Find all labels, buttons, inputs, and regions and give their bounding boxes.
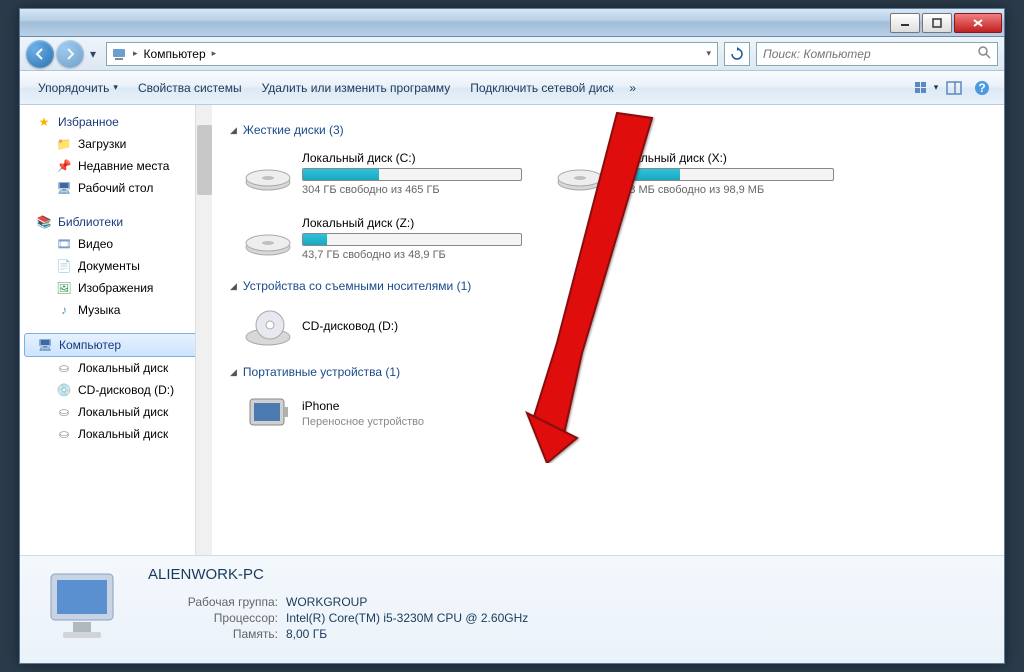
- navigation-pane: ★ Избранное 📁Загрузки 📌Недавние места 🖥Р…: [20, 105, 212, 463]
- nav-history-dropdown[interactable]: ▾: [86, 40, 100, 68]
- sidebar-item-local-disk[interactable]: ⛀Локальный диск: [20, 401, 211, 423]
- sidebar-item-local-disk[interactable]: ⛀Локальный диск: [20, 423, 211, 445]
- breadcrumb[interactable]: ▸ Компьютер ▸ ▾: [106, 42, 718, 66]
- maximize-button[interactable]: [922, 13, 952, 33]
- uninstall-program-button[interactable]: Удалить или изменить программу: [252, 77, 461, 99]
- computer-icon: 🖥: [37, 337, 53, 353]
- free-space-text: 69,8 МБ свободно из 98,9 МБ: [614, 184, 848, 196]
- section-hard-disks[interactable]: ◢Жесткие диски (3): [230, 123, 986, 137]
- section-portable[interactable]: ◢Портативные устройства (1): [230, 365, 986, 379]
- hdd-icon: ⛀: [56, 404, 72, 420]
- computer-large-icon: [36, 566, 132, 646]
- chevron-down-icon[interactable]: ▾: [704, 48, 713, 59]
- ram-label: Память:: [148, 627, 278, 641]
- toolbar: Упорядочить ▾ Свойства системы Удалить и…: [20, 71, 1004, 105]
- sidebar-item-pictures[interactable]: 🖼Изображения: [20, 277, 211, 299]
- portable-device-icon: [244, 393, 292, 433]
- drive-x[interactable]: Локальный диск (X:) 69,8 МБ свободно из …: [552, 147, 852, 200]
- sidebar-scrollbar[interactable]: [195, 105, 212, 555]
- section-removable[interactable]: ◢Устройства со съемными носителями (1): [230, 279, 986, 293]
- drive-label: Локальный диск (C:): [302, 151, 536, 165]
- capacity-bar: [302, 233, 522, 246]
- sidebar-item-music[interactable]: ♪Музыка: [20, 299, 211, 321]
- search-input[interactable]: [763, 47, 977, 61]
- hdd-icon: ⛀: [56, 360, 72, 376]
- address-bar: ▾ ▸ Компьютер ▸ ▾: [20, 37, 1004, 71]
- hdd-icon: ⛀: [56, 426, 72, 442]
- collapse-icon: ◢: [230, 281, 237, 292]
- star-icon: ★: [36, 114, 52, 130]
- system-properties-button[interactable]: Свойства системы: [128, 77, 252, 99]
- desktop-icon: 🖥: [56, 180, 72, 196]
- back-button[interactable]: [26, 40, 54, 68]
- sidebar-item-local-disk[interactable]: ⛀Локальный диск: [20, 357, 211, 379]
- sidebar-computer[interactable]: 🖥 Компьютер: [24, 333, 207, 357]
- drive-c[interactable]: Локальный диск (C:) 304 ГБ свободно из 4…: [240, 147, 540, 200]
- explorer-window: ▾ ▸ Компьютер ▸ ▾ Упорядочить ▾ Свойства…: [19, 8, 1005, 664]
- preview-pane-button[interactable]: [940, 75, 968, 101]
- workgroup-value: WORKGROUP: [286, 595, 367, 609]
- titlebar: [20, 9, 1004, 37]
- collapse-icon: ◢: [230, 125, 237, 136]
- ram-value: 8,00 ГБ: [286, 627, 327, 641]
- device-iphone[interactable]: iPhone Переносное устройство: [240, 389, 540, 437]
- cd-icon: 💿: [56, 382, 72, 398]
- music-icon: ♪: [56, 302, 72, 318]
- device-type-text: Переносное устройство: [302, 416, 536, 428]
- sidebar-favorites[interactable]: ★ Избранное: [20, 111, 211, 133]
- sidebar-item-desktop[interactable]: 🖥Рабочий стол: [20, 177, 211, 199]
- cd-drive-icon: [244, 307, 292, 347]
- content-pane: ◢Жесткие диски (3) Локальный диск (C:) 3…: [212, 105, 1004, 555]
- free-space-text: 43,7 ГБ свободно из 48,9 ГБ: [302, 249, 536, 261]
- toolbar-overflow[interactable]: »: [624, 81, 642, 95]
- document-icon: 📄: [56, 258, 72, 274]
- sidebar-libraries[interactable]: 📚 Библиотеки: [20, 211, 211, 233]
- cpu-value: Intel(R) Core(TM) i5-3230M CPU @ 2.60GHz: [286, 611, 528, 625]
- libraries-icon: 📚: [36, 214, 52, 230]
- device-label: iPhone: [302, 399, 536, 413]
- capacity-bar: [614, 168, 834, 181]
- sidebar-item-downloads[interactable]: 📁Загрузки: [20, 133, 211, 155]
- sidebar-item-recent[interactable]: 📌Недавние места: [20, 155, 211, 177]
- details-pane: ALIENWORK-PC Рабочая группа: WORKGROUP Пр…: [20, 555, 1004, 663]
- hdd-icon: [556, 154, 604, 194]
- capacity-bar: [302, 168, 522, 181]
- pictures-icon: 🖼: [56, 280, 72, 296]
- recent-icon: 📌: [56, 158, 72, 174]
- drive-label: Локальный диск (Z:): [302, 216, 536, 230]
- chevron-right-icon: ▸: [131, 48, 140, 59]
- sidebar-item-cd-drive[interactable]: 💿CD-дисковод (D:): [20, 379, 211, 401]
- sidebar-item-videos[interactable]: 🎞Видео: [20, 233, 211, 255]
- details-title: ALIENWORK-PC: [148, 566, 988, 583]
- drive-z[interactable]: Локальный диск (Z:) 43,7 ГБ свободно из …: [240, 212, 540, 265]
- folder-icon: 📁: [56, 136, 72, 152]
- cpu-label: Процессор:: [148, 611, 278, 625]
- search-icon: [977, 45, 991, 62]
- refresh-button[interactable]: [724, 42, 750, 66]
- workgroup-label: Рабочая группа:: [148, 595, 278, 609]
- drive-label: CD-дисковод (D:): [302, 319, 536, 333]
- video-icon: 🎞: [56, 236, 72, 252]
- chevron-right-icon[interactable]: ▸: [210, 48, 219, 59]
- free-space-text: 304 ГБ свободно из 465 ГБ: [302, 184, 536, 196]
- drive-d-cd[interactable]: CD-дисковод (D:): [240, 303, 540, 351]
- map-network-drive-button[interactable]: Подключить сетевой диск: [460, 77, 623, 99]
- forward-button[interactable]: [56, 40, 84, 68]
- hdd-icon: [244, 219, 292, 259]
- help-button[interactable]: ?: [968, 75, 996, 101]
- computer-icon: [111, 46, 127, 62]
- minimize-button[interactable]: [890, 13, 920, 33]
- hdd-icon: [244, 154, 292, 194]
- search-box[interactable]: [756, 42, 998, 66]
- close-button[interactable]: [954, 13, 1002, 33]
- organize-menu[interactable]: Упорядочить ▾: [28, 77, 128, 99]
- svg-text:?: ?: [978, 81, 985, 95]
- collapse-icon: ◢: [230, 367, 237, 378]
- breadcrumb-location[interactable]: Компьютер: [144, 47, 206, 61]
- sidebar-item-documents[interactable]: 📄Документы: [20, 255, 211, 277]
- view-options-button[interactable]: ▾: [912, 75, 940, 101]
- drive-label: Локальный диск (X:): [614, 151, 848, 165]
